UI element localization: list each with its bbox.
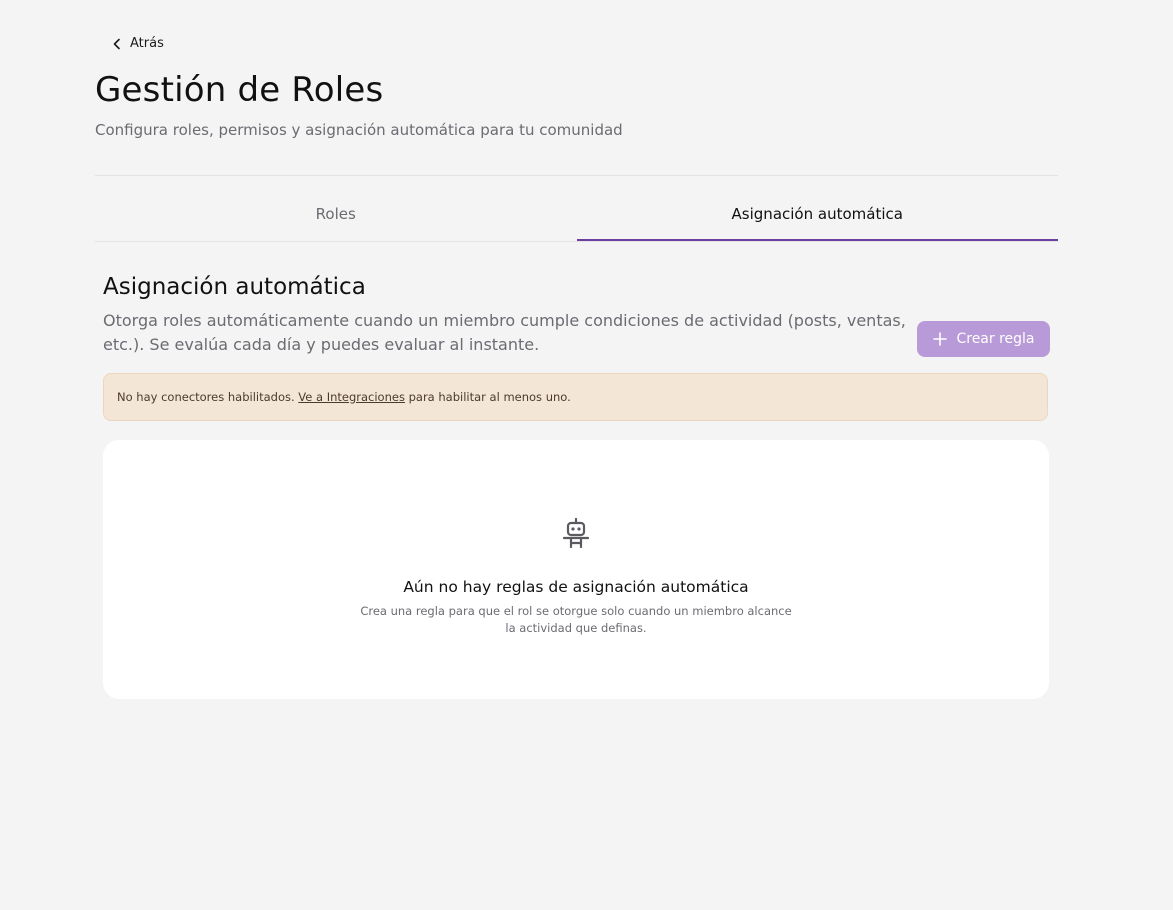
tab-bar: Roles Asignación automática	[95, 200, 1058, 242]
tab-auto-assignment-label: Asignación automática	[731, 205, 903, 223]
page: Atrás Gestión de Roles Configura roles, …	[0, 0, 1173, 910]
create-rule-label: Crear regla	[956, 331, 1035, 347]
empty-state-title: Aún no hay reglas de asignación automáti…	[403, 578, 749, 596]
back-link[interactable]: Atrás	[110, 36, 164, 51]
create-rule-button[interactable]: Crear regla	[917, 321, 1050, 357]
section-description: Otorga roles automáticamente cuando un m…	[103, 311, 906, 354]
integrations-link[interactable]: Ve a Integraciones	[298, 390, 405, 404]
chevron-left-icon	[113, 38, 120, 49]
back-label: Atrás	[130, 36, 164, 51]
alert-text-prefix: No hay conectores habilitados.	[117, 390, 299, 404]
page-subtitle: Configura roles, permisos y asignación a…	[95, 121, 623, 139]
page-title: Gestión de Roles	[95, 70, 384, 110]
tab-roles-label: Roles	[315, 205, 356, 223]
tab-auto-assignment[interactable]: Asignación automática	[576, 200, 1059, 241]
tab-roles[interactable]: Roles	[95, 200, 577, 240]
alert-text-suffix: para habilitar al menos uno.	[404, 390, 571, 404]
robot-icon	[562, 517, 590, 549]
empty-state-card	[103, 440, 1049, 699]
header-divider	[95, 175, 1058, 176]
plus-icon	[933, 332, 948, 346]
section-title: Asignación automática	[103, 274, 366, 300]
connectors-warning: No hay conectores habilitados. Ve a Inte…	[103, 373, 1048, 421]
empty-state-description: Crea una regla para que el rol se otorgu…	[360, 604, 792, 635]
